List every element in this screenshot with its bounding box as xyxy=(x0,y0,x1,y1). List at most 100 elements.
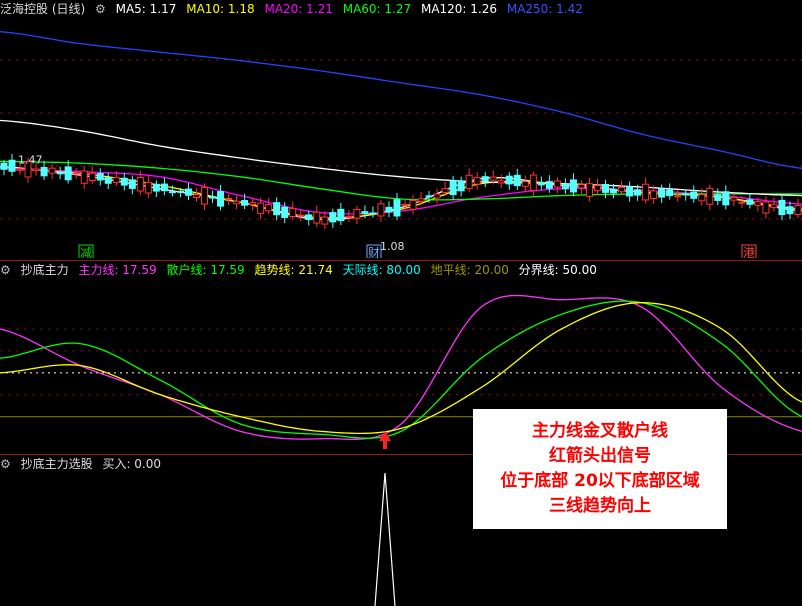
candle-body xyxy=(602,183,610,193)
candle-body xyxy=(321,216,329,225)
candle-body xyxy=(297,214,305,217)
candle-body xyxy=(345,215,353,218)
candle-body xyxy=(690,191,698,199)
candle-body xyxy=(32,168,40,172)
candle-body xyxy=(401,203,409,206)
candle-body xyxy=(521,181,529,187)
candle-body xyxy=(8,159,16,172)
candle-body xyxy=(184,188,192,196)
candle-body xyxy=(369,212,377,215)
candle-body xyxy=(465,174,473,190)
candle-body xyxy=(441,188,449,193)
candle-body xyxy=(473,177,481,185)
candle-body xyxy=(553,180,561,188)
candle-body xyxy=(265,204,273,212)
candle-body xyxy=(650,190,658,199)
candle-body xyxy=(722,191,730,206)
candle-body xyxy=(457,180,465,192)
candle-body xyxy=(730,196,738,201)
candle-body xyxy=(642,183,650,201)
candle-body xyxy=(770,203,778,209)
note-line-1: 主力线金叉散户线 xyxy=(532,421,668,441)
price-panel: 泛海控股 (日线) ⚙ MA5: 1.17 MA10: 1.18 MA20: 1… xyxy=(0,0,802,258)
candle-body xyxy=(513,174,521,187)
candle-body xyxy=(241,200,249,206)
candle-body xyxy=(104,177,112,184)
event-marker-text: 减 xyxy=(80,246,92,258)
low-price-label: 1.08 xyxy=(380,240,405,253)
candle-body xyxy=(233,200,241,205)
candle-body xyxy=(762,201,770,214)
candle-body xyxy=(417,198,425,202)
candle-body xyxy=(56,171,64,175)
candle-body xyxy=(168,191,176,194)
candle-body xyxy=(16,168,24,171)
candle-body xyxy=(217,191,225,207)
candle-body xyxy=(409,200,417,210)
candle-body xyxy=(497,180,505,184)
candle-body xyxy=(634,189,642,196)
candle-body xyxy=(786,206,794,215)
candle-body xyxy=(361,211,369,215)
candle-body xyxy=(585,183,593,197)
candle-body xyxy=(249,202,257,206)
candle-body xyxy=(682,193,690,196)
candle-body xyxy=(257,202,265,215)
candle-body xyxy=(569,179,577,193)
candle-body xyxy=(209,196,217,199)
candle-body xyxy=(337,208,345,222)
candle-body xyxy=(393,199,401,217)
candle-body xyxy=(80,170,88,184)
candle-body xyxy=(144,181,152,194)
event-marker-text: 财 xyxy=(368,246,380,258)
candle-body xyxy=(313,211,321,224)
candle-body xyxy=(425,195,433,198)
high-price-label: 1.47 xyxy=(18,154,43,167)
candle-body xyxy=(778,199,786,216)
candle-body xyxy=(64,166,72,181)
candle-body xyxy=(353,208,361,219)
candle-body xyxy=(289,207,297,218)
candle-body xyxy=(120,177,128,186)
candle-body xyxy=(489,176,497,181)
candle-body xyxy=(72,172,80,175)
candle-body xyxy=(794,205,802,216)
candle-body xyxy=(128,179,136,189)
candle-body xyxy=(40,167,48,177)
candle-body xyxy=(537,182,545,186)
candle-body xyxy=(281,206,289,218)
candle-body xyxy=(305,214,313,221)
candle-body xyxy=(698,194,706,202)
candle-body xyxy=(201,186,209,205)
candle-body xyxy=(529,174,537,191)
candle-body xyxy=(738,201,746,204)
candle-body xyxy=(273,202,281,216)
price-chart: 1.47 1.08 减 财 港 xyxy=(0,31,802,258)
candle-body xyxy=(225,197,233,200)
candle-body xyxy=(176,190,184,193)
candle-body xyxy=(610,188,618,194)
candle-body xyxy=(577,184,585,189)
candle-body xyxy=(329,212,337,223)
candle-body xyxy=(674,195,682,198)
candle-body xyxy=(754,201,762,206)
candle-body xyxy=(152,183,160,192)
selection-chart xyxy=(374,472,396,606)
series-line-ma250 xyxy=(0,31,802,169)
event-marker-text: 港 xyxy=(743,246,755,258)
candle-body xyxy=(658,188,666,198)
candle-body xyxy=(88,172,96,181)
candle-body xyxy=(545,181,553,189)
candle-body xyxy=(0,162,8,170)
candle-body xyxy=(160,183,168,192)
buy-signal-spike xyxy=(374,472,396,606)
candle-body xyxy=(505,175,513,185)
candle-body xyxy=(433,193,441,199)
candle-body xyxy=(112,177,120,183)
candle-body xyxy=(593,185,601,192)
candle-body xyxy=(377,203,385,217)
selection-panel: ⚙ 抄底主力选股 买入: 0.00 xyxy=(0,455,802,606)
candle-body xyxy=(618,186,626,193)
candle-body xyxy=(192,194,200,199)
candle-body xyxy=(136,176,144,192)
